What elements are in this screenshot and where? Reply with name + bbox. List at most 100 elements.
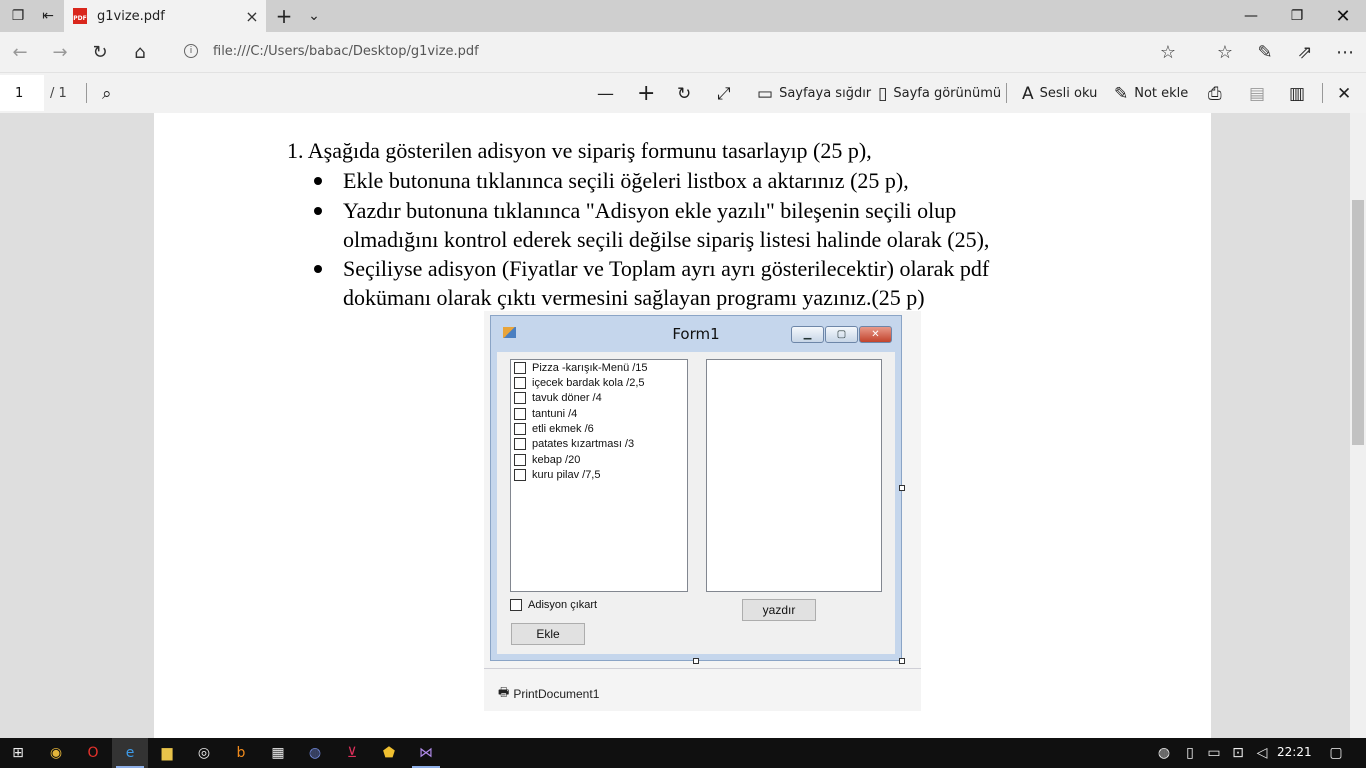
bullet-1-text: Ekle butonuna tıklanınca seçili öğeleri … — [343, 168, 909, 193]
toolbar-divider — [1322, 83, 1323, 103]
yazdir-button: yazdır — [742, 599, 816, 621]
print-document-component: 🖶 PrintDocument1 — [498, 683, 599, 704]
list-item: kuru pilav /7,5 — [514, 469, 600, 481]
restore-icon[interactable]: ❐ — [1274, 0, 1320, 32]
taskbar: ⊞ ◉ O e ▆ ◎ b ▦ ◍ ⊻ ⬟ ⋈ ◍ ▯ ▭ ⊡ ◁ 22:21 … — [0, 738, 1366, 768]
bullet — [314, 177, 322, 185]
tab-title: g1vize.pdf — [97, 8, 165, 24]
paint-icon[interactable]: ⬟ — [371, 738, 407, 768]
forward-icon[interactable]: → — [40, 32, 80, 72]
add-note-button[interactable]: ✎ Not ekle — [1114, 73, 1188, 114]
fit-page-button[interactable]: ▭ Sayfaya sığdır — [757, 73, 871, 114]
read-aloud-icon: A — [1022, 83, 1034, 104]
edge-icon[interactable]: e — [112, 738, 148, 768]
checkbox-icon — [514, 408, 526, 420]
resize-handle — [899, 658, 905, 664]
page-view-button[interactable]: ▯ Sayfa görünümü — [878, 73, 1001, 114]
home-icon[interactable]: ⌂ — [120, 32, 160, 72]
calculator-icon[interactable]: ▦ — [260, 738, 296, 768]
tab-dropdown-icon[interactable]: ⌄ — [296, 0, 332, 32]
form-client-area: Pizza -karışık-Menü /15 içecek bardak ko… — [497, 352, 895, 654]
print-icon[interactable]: ⎙ — [1208, 73, 1228, 114]
order-listbox — [706, 359, 882, 592]
ekle-button: Ekle — [511, 623, 585, 645]
list-item: içecek bardak kola /2,5 — [514, 377, 645, 389]
list-item: patates kızartması /3 — [514, 438, 634, 450]
toolbar-divider — [86, 83, 87, 103]
checkbox-icon — [514, 377, 526, 389]
unpin-toolbar-icon[interactable]: ✕ — [1337, 73, 1357, 114]
bullet-3-line-2: dokümanı olarak çıktı vermesini sağlayan… — [343, 285, 925, 310]
rotate-icon[interactable]: ↻ — [677, 73, 697, 114]
volume-icon[interactable]: ◁ — [1250, 738, 1274, 768]
usb-icon[interactable]: ▯ — [1178, 738, 1202, 768]
clock[interactable]: 22:21 — [1277, 745, 1312, 759]
discord-tray-icon[interactable]: ◍ — [1150, 738, 1178, 768]
pdf-toolbar: 1 / 1 ⌕ — + ↻ ⤢ ▭ Sayfaya sığdır ▯ Sayfa g… — [0, 72, 1366, 113]
vectorize-icon[interactable]: ⊻ — [334, 738, 370, 768]
zoom-out-icon[interactable]: — — [597, 73, 620, 114]
checkbox-icon — [514, 469, 526, 481]
refresh-icon[interactable]: ↻ — [80, 32, 120, 72]
network-icon[interactable]: ⊡ — [1226, 738, 1250, 768]
form-close-icon: ✕ — [859, 326, 892, 343]
favorite-star-icon[interactable]: ☆ — [1148, 32, 1188, 72]
list-item: tantuni /4 — [514, 408, 577, 420]
steam-icon[interactable]: ◎ — [186, 738, 222, 768]
pdf-file-icon: PDF — [73, 8, 87, 24]
page-total: / 1 — [50, 86, 67, 101]
set-aside-tabs-icon[interactable]: ⇤ — [30, 0, 66, 32]
save-as-icon[interactable]: ▥ — [1289, 73, 1311, 114]
windows-start-icon[interactable]: ⊞ — [0, 738, 36, 768]
checkbox-icon — [510, 599, 522, 611]
favorites-list-icon[interactable]: ☆ — [1205, 32, 1245, 72]
close-tab-icon[interactable]: × — [238, 7, 266, 26]
read-aloud-button[interactable]: A Sesli oku — [1022, 73, 1097, 114]
page-number-input[interactable]: 1 — [0, 75, 44, 111]
action-center-icon[interactable]: ▢ — [1318, 738, 1354, 768]
pdf-viewer[interactable]: 1. Aşağıda gösterilen adisyon ve sipariş… — [0, 113, 1350, 738]
close-window-icon[interactable]: ✕ — [1320, 0, 1366, 32]
list-item: tavuk döner /4 — [514, 392, 602, 404]
minimize-icon[interactable]: — — [1228, 0, 1274, 32]
form-maximize-icon: ▢ — [825, 326, 858, 343]
fullscreen-icon[interactable]: ⤢ — [717, 73, 737, 114]
form1-window: Form1 ▁ ▢ ✕ Pizza -karışık-Menü /15 içec… — [490, 315, 902, 661]
site-info-icon[interactable]: i — [184, 44, 198, 58]
adisyon-checkbox: Adisyon çıkart — [510, 599, 597, 611]
note-pen-icon: ✎ — [1114, 83, 1129, 104]
discord-icon[interactable]: ◍ — [297, 738, 333, 768]
share-icon[interactable]: ⇗ — [1285, 32, 1325, 72]
more-icon[interactable]: ⋯ — [1325, 32, 1365, 72]
toolbar-divider — [1006, 83, 1007, 103]
fit-page-icon: ▭ — [757, 83, 774, 104]
visual-studio-icon[interactable]: ⋈ — [408, 738, 444, 768]
checkbox-icon — [514, 362, 526, 374]
checkbox-icon — [514, 423, 526, 435]
bullet — [314, 265, 322, 273]
file-explorer-icon[interactable]: ▆ — [149, 738, 185, 768]
bullet-2-line-2: olmadığını kontrol ederek seçili değilse… — [343, 227, 990, 252]
chrome-icon[interactable]: ◉ — [38, 738, 74, 768]
tab-g1vize[interactable]: PDF g1vize.pdf × — [64, 0, 266, 32]
battery-icon[interactable]: ▭ — [1202, 738, 1226, 768]
bullet-2-line-1: Yazdır butonuna tıklanınca "Adisyon ekle… — [343, 198, 957, 223]
bullet — [314, 207, 322, 215]
address-bar: ← → ↻ ⌂ i file:///C:/Users/babac/Desktop… — [0, 32, 1366, 72]
list-item: etli ekmek /6 — [514, 423, 594, 435]
pdf-page: 1. Aşağıda gösterilen adisyon ve sipariş… — [154, 113, 1211, 738]
opera-icon[interactable]: O — [75, 738, 111, 768]
question-1: 1. Aşağıda gösterilen adisyon ve sipariş… — [287, 138, 872, 163]
bullet-3-line-1: Seçiliyse adisyon (Fiyatlar ve Toplam ay… — [343, 256, 990, 281]
bandicam-icon[interactable]: b — [223, 738, 259, 768]
scrollbar-thumb[interactable] — [1352, 200, 1364, 445]
page-view-icon: ▯ — [878, 83, 888, 104]
zoom-in-icon[interactable]: + — [637, 73, 661, 114]
url-input[interactable]: file:///C:/Users/babac/Desktop/g1vize.pd… — [213, 44, 479, 59]
list-item: Pizza -karışık-Menü /15 — [514, 362, 648, 374]
back-icon[interactable]: ← — [0, 32, 40, 72]
search-icon[interactable]: ⌕ — [102, 73, 118, 114]
form-designer-image: Form1 ▁ ▢ ✕ Pizza -karışık-Menü /15 içec… — [484, 311, 921, 711]
save-icon[interactable]: ▤ — [1249, 73, 1271, 114]
pen-icon[interactable]: ✎ — [1245, 32, 1285, 72]
